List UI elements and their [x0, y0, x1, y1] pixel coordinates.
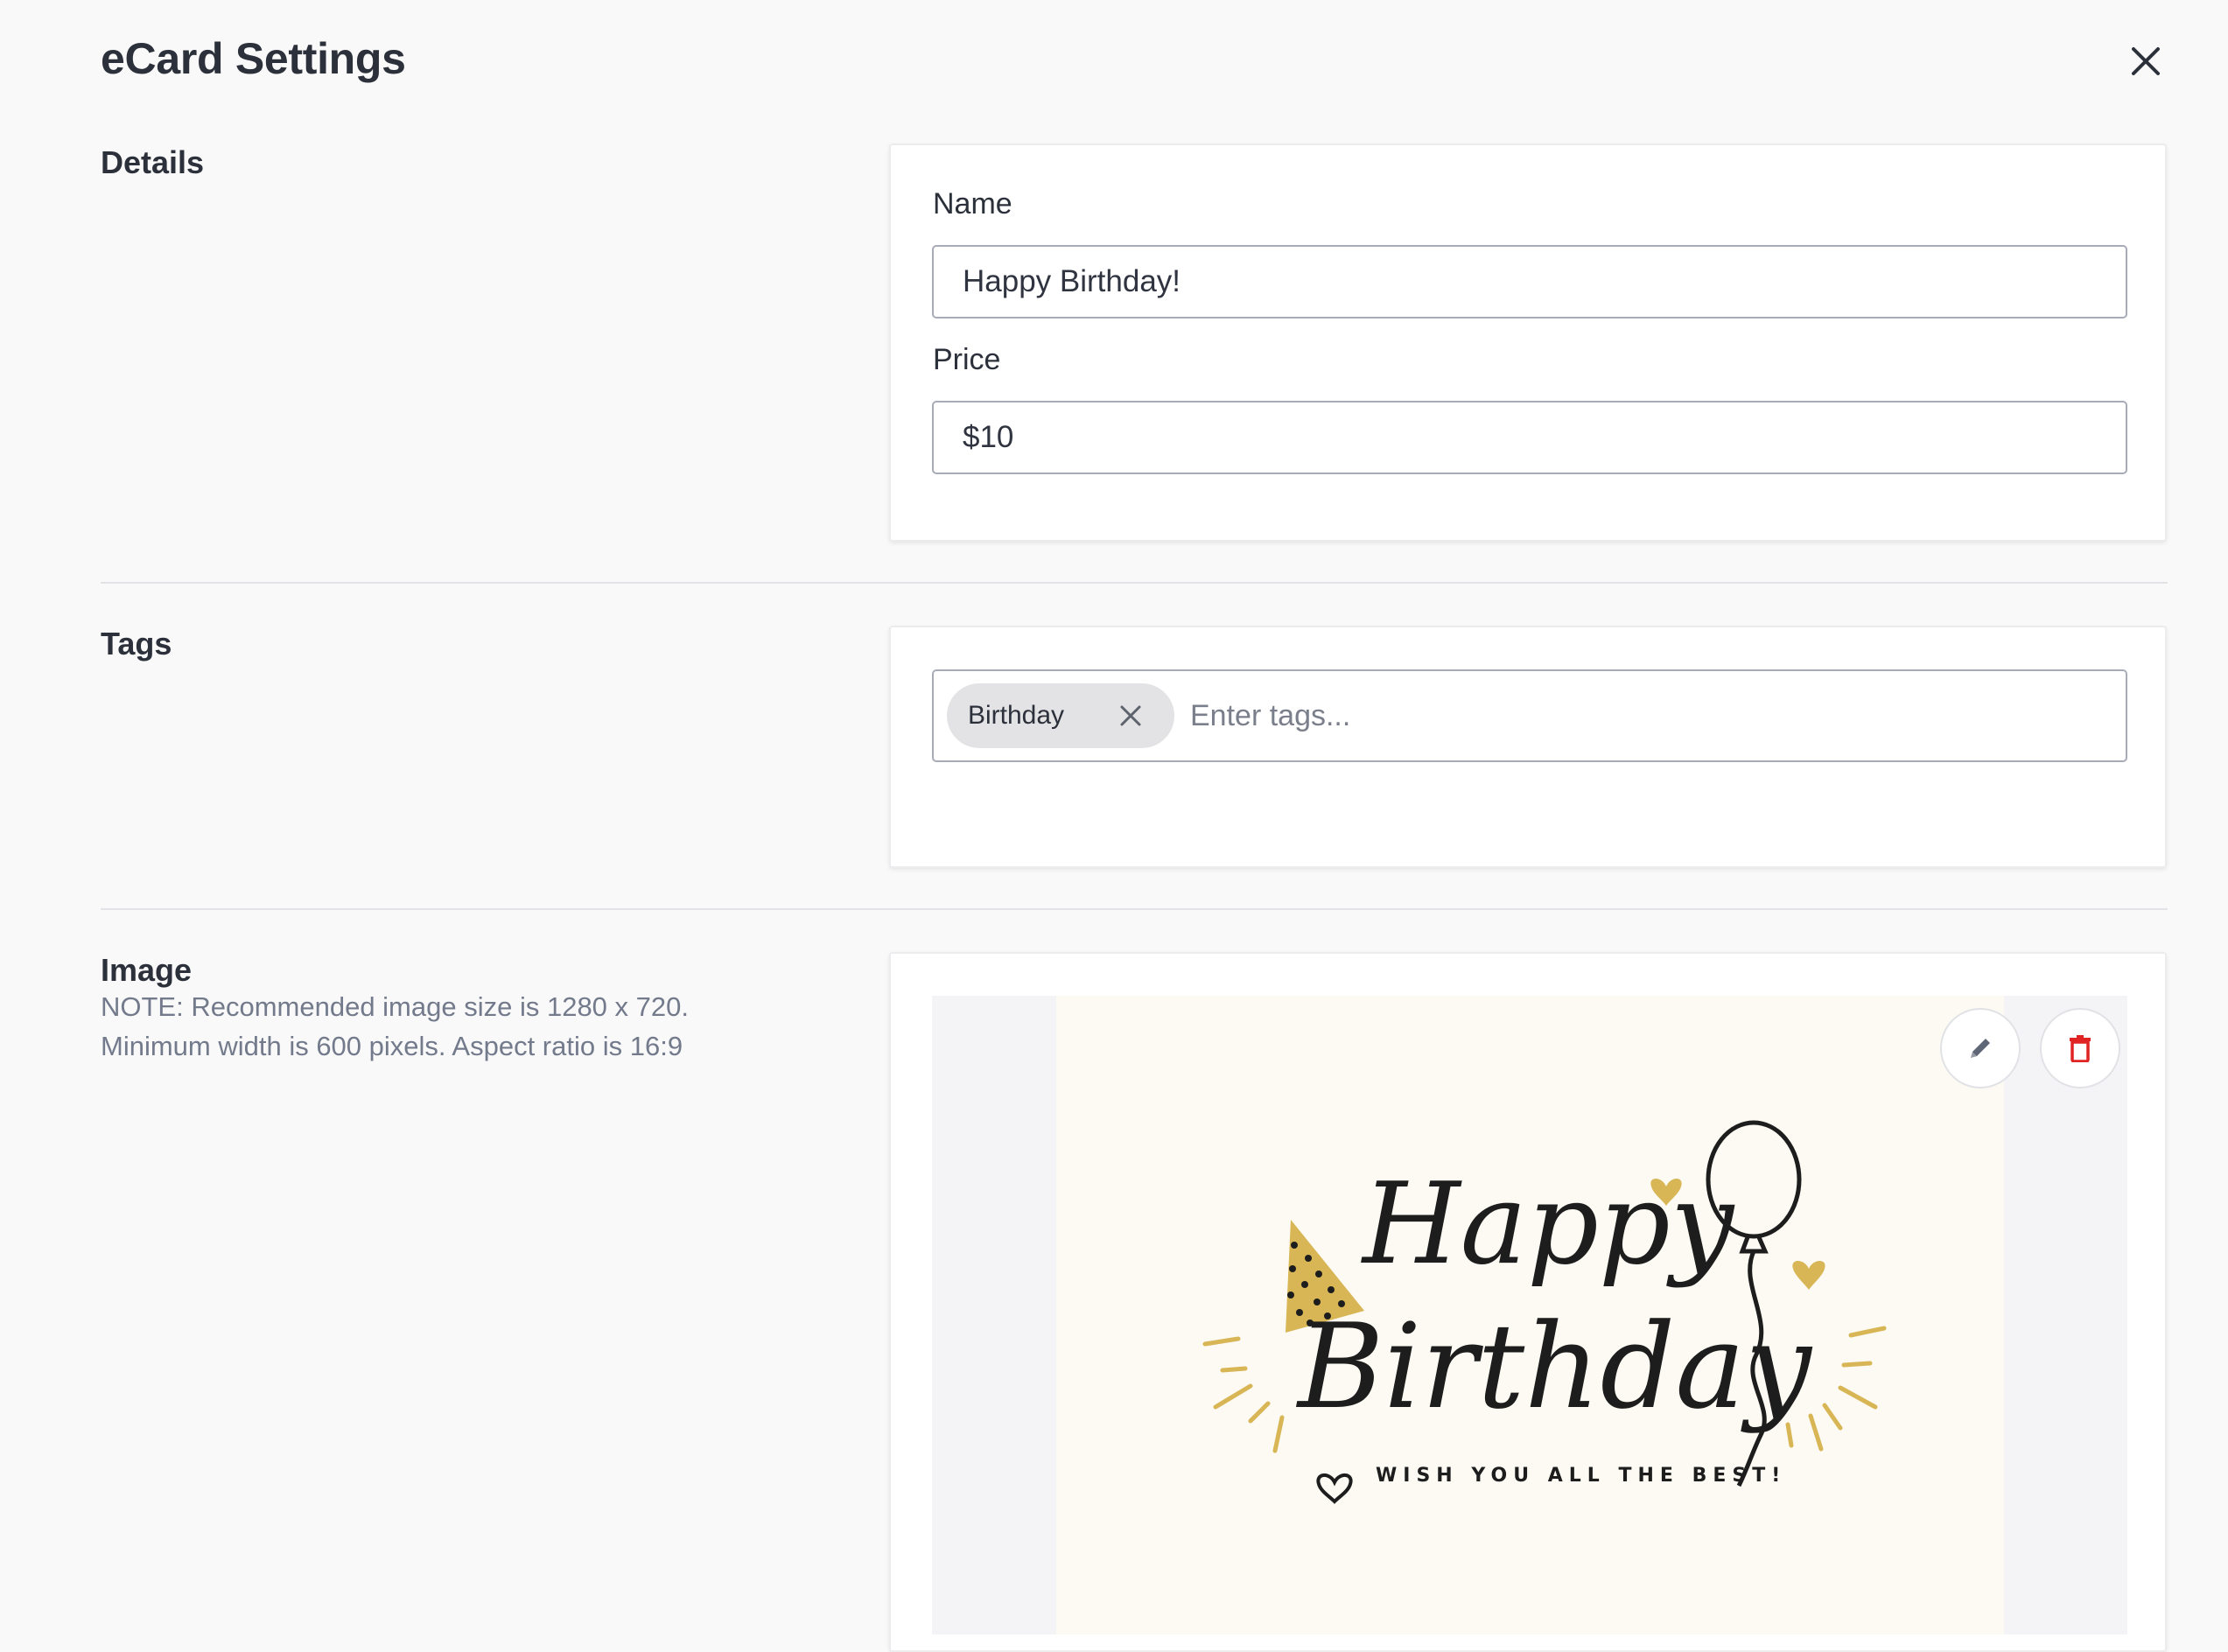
close-icon [2132, 47, 2160, 75]
small-heart-outline-icon [1316, 1474, 1353, 1504]
pencil-icon [1971, 1039, 1990, 1058]
section-divider [101, 908, 2168, 910]
ecard-headline-happy: Happy [1361, 1159, 1735, 1290]
section-divider [101, 582, 2168, 584]
tag-chip: Birthday [947, 683, 1174, 748]
delete-image-button[interactable] [2040, 1008, 2120, 1088]
price-label: Price [933, 343, 1001, 376]
ecard-headline-birthday: Birthday [1295, 1298, 1813, 1435]
trash-icon [2070, 1035, 2091, 1062]
image-section-title: Image [101, 952, 193, 988]
image-preview-area: Happy Birthday WISH YOU ALL THE BEST! [932, 996, 2127, 1634]
page-title: eCard Settings [101, 34, 406, 83]
edit-image-button[interactable] [1940, 1008, 2021, 1088]
tags-card: Birthday [889, 626, 2167, 868]
image-size-note: NOTE: Recommended image size is 1280 x 7… [101, 991, 689, 1061]
tags-section-title: Tags [101, 626, 172, 662]
image-card: Happy Birthday WISH YOU ALL THE BEST! [889, 952, 2167, 1652]
ecard-artwork: Happy Birthday WISH YOU ALL THE BEST! [1202, 1120, 1887, 1504]
ecard-subtitle: WISH YOU ALL THE BEST! [1376, 1465, 1786, 1487]
name-label: Name [933, 187, 1012, 220]
close-icon [1120, 705, 1141, 726]
details-section-title: Details [101, 144, 205, 180]
ecard-image: Happy Birthday WISH YOU ALL THE BEST! [1056, 996, 2004, 1634]
tag-remove-button[interactable] [1117, 702, 1145, 730]
tag-label: Birthday [968, 701, 1065, 730]
name-input[interactable] [932, 245, 2127, 318]
tags-input[interactable] [1188, 697, 1979, 734]
price-input[interactable] [932, 401, 2127, 474]
tags-field[interactable]: Birthday [932, 669, 2127, 762]
close-button[interactable] [2121, 37, 2170, 86]
details-card: Name Price [889, 144, 2167, 542]
